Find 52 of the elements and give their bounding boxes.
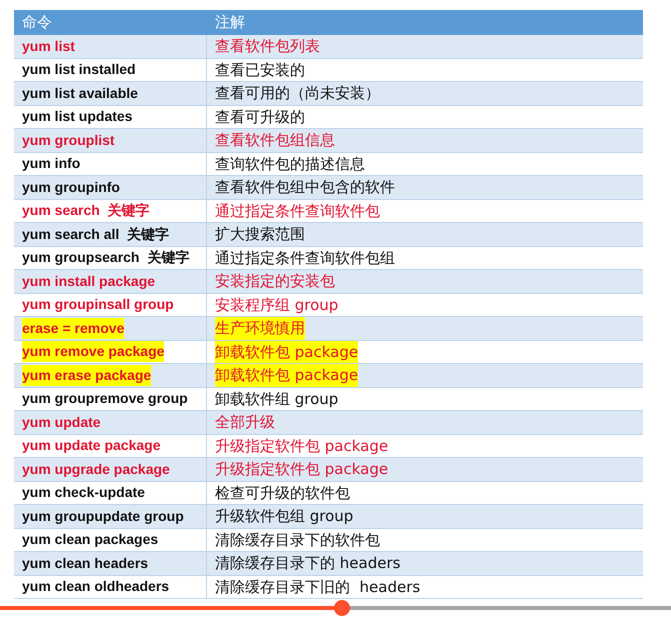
command-cell-text: yum search all 关键字 bbox=[22, 224, 170, 244]
note-cell-text: 清除缓存目录下的软件包 bbox=[215, 530, 380, 550]
command-cell-text: yum groupinfo bbox=[22, 178, 120, 197]
note-cell-text: 查询软件包的描述信息 bbox=[215, 154, 365, 174]
note-cell-text: 升级软件包组 group bbox=[215, 506, 354, 527]
note-cell-text: 清除缓存目录下的 headers bbox=[215, 553, 400, 574]
note-cell-text: 查看软件包组信息 bbox=[215, 130, 335, 151]
note-cell-text: 安装程序组 group bbox=[215, 294, 338, 316]
note-cell-text: 清除缓存目录下旧的 headers bbox=[215, 576, 420, 598]
note-cell: 生产环境慎用 bbox=[215, 317, 305, 340]
command-cell: yum erase package bbox=[22, 364, 152, 386]
column-header: 命令 bbox=[21, 12, 53, 33]
note-cell-text: 安装指定的安装包 bbox=[215, 271, 335, 292]
command-cell-text: yum clean packages bbox=[22, 530, 158, 550]
note-cell: 卸载软件包 package bbox=[215, 340, 358, 363]
command-cell-text: yum info bbox=[22, 154, 80, 174]
command-cell-text: yum clean oldheaders bbox=[22, 577, 170, 596]
note-cell-text: 升级指定软件包 package bbox=[215, 436, 388, 456]
command-cell: erase = remove bbox=[22, 318, 124, 339]
command-cell-text: yum update package bbox=[22, 436, 160, 456]
command-cell-text: yum upgrade package bbox=[22, 460, 170, 479]
note-cell-text: 查看已安装的 bbox=[215, 60, 305, 80]
command-cell-text: yum list bbox=[22, 36, 75, 56]
command-cell-text: yum groupremove group bbox=[22, 389, 188, 408]
note-cell-text: 全部升级 bbox=[215, 412, 275, 433]
command-cell-text: yum groupupdate group bbox=[22, 506, 184, 526]
command-cell-text: yum groupinsall group bbox=[22, 295, 174, 314]
note-cell-text: 检查可升级的软件包 bbox=[215, 482, 350, 504]
note-cell-text: 通过指定条件查询软件包组 bbox=[215, 248, 395, 268]
command-cell-text: yum list updates bbox=[22, 107, 132, 126]
note-cell-text: 通过指定条件查询软件包 bbox=[215, 200, 380, 222]
command-cell-text: yum list installed bbox=[22, 60, 136, 80]
command-cell-text: yum clean headers bbox=[22, 554, 148, 573]
command-cell: yum remove package bbox=[22, 341, 164, 362]
command-cell-text: yum update bbox=[22, 412, 101, 432]
note-cell-text: 查看可用的（尚未安装） bbox=[215, 83, 380, 104]
column-header: 注解 bbox=[214, 12, 246, 33]
command-cell-text: yum search 关键字 bbox=[22, 201, 150, 220]
command-cell-text: yum list available bbox=[22, 84, 138, 103]
command-cell-text: yum install package bbox=[22, 272, 156, 291]
command-cell-text: yum groupsearch 关键字 bbox=[22, 248, 190, 268]
note-cell-text: 查看可升级的 bbox=[215, 106, 305, 128]
note-cell-text: 扩大搜索范围 bbox=[215, 224, 305, 245]
command-cell-text: yum grouplist bbox=[22, 130, 115, 150]
note-cell-text: 查看软件包组中包含的软件 bbox=[215, 177, 395, 198]
progress-thumb[interactable] bbox=[334, 600, 350, 616]
note-cell-text: 卸载软件组 group bbox=[215, 388, 338, 410]
note-cell-text: 查看软件包列表 bbox=[215, 36, 320, 57]
note-cell: 卸载软件包 package bbox=[215, 364, 358, 386]
command-cell-text: yum check-update bbox=[22, 483, 145, 502]
video-progress-bar[interactable] bbox=[0, 600, 671, 616]
note-cell-text: 升级指定软件包 package bbox=[215, 459, 388, 480]
